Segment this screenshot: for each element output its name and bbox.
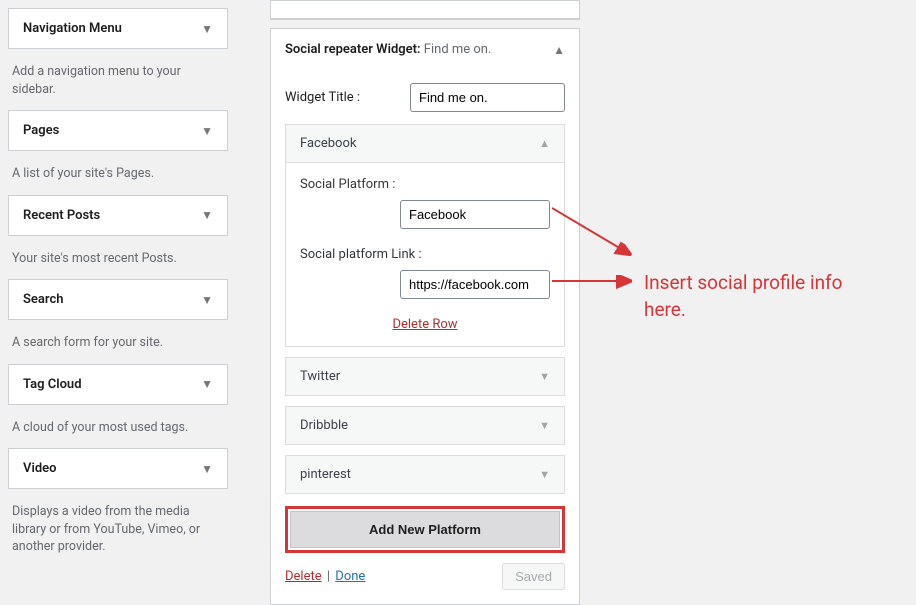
social-repeater-widget: Social repeater Widget: Find me on. ▲ Wi… [270,28,580,605]
caret-down-icon: ▼ [201,124,213,138]
widget-desc: A list of your site's Pages. [8,159,228,195]
caret-down-icon: ▼ [201,22,213,36]
widget-actions: Delete | Done Saved [285,563,565,590]
caret-down-icon: ▼ [201,462,213,476]
platform-header-dribbble[interactable]: Dribbble ▼ [285,406,565,445]
widget-title: Navigation Menu [23,21,122,36]
widget-desc: A cloud of your most used tags. [8,413,228,449]
annotation-arrow-icon [552,195,642,265]
widget-body: Widget Title : Facebook ▲ Social Platfor… [271,69,579,604]
caret-down-icon: ▼ [201,293,213,307]
widget-desc: Displays a video from the media library … [8,497,228,568]
widget-tag-cloud[interactable]: Tag Cloud ▼ [8,364,228,405]
caret-down-icon: ▼ [201,208,213,222]
widget-video[interactable]: Video ▼ [8,448,228,489]
annotation-arrow-icon [552,272,642,292]
highlight-box: Add New Platform [285,506,565,553]
platform-name: Dribbble [300,418,348,433]
social-link-input[interactable] [400,270,550,299]
caret-down-icon: ▼ [539,419,550,432]
done-link[interactable]: Done [335,569,365,584]
widget-title-row: Widget Title : [285,83,565,112]
platform-name: pinterest [300,467,351,482]
caret-down-icon: ▼ [201,377,213,391]
widget-title: Search [23,292,64,307]
platform-header-pinterest[interactable]: pinterest ▼ [285,455,565,494]
widget-title: Tag Cloud [23,377,82,392]
widget-expand-header[interactable]: Social repeater Widget: Find me on. ▲ [271,29,579,69]
widget-desc: Add a navigation menu to your sidebar. [8,57,228,110]
action-links: Delete | Done [285,569,365,584]
widget-title-label: Widget Title : [285,90,395,105]
widget-desc: A search form for your site. [8,328,228,364]
caret-up-icon: ▲ [553,43,565,57]
delete-widget-link[interactable]: Delete [285,569,322,584]
widget-title: Recent Posts [23,208,100,223]
widget-title: Pages [23,123,59,138]
caret-down-icon: ▼ [539,370,550,383]
delete-row-link[interactable]: Delete Row [392,317,457,332]
widget-search[interactable]: Search ▼ [8,279,228,320]
social-link-group: Social platform Link : [300,247,550,299]
saved-button[interactable]: Saved [502,563,565,590]
social-platform-label: Social Platform : [300,177,550,192]
caret-up-icon: ▲ [539,137,550,150]
platform-header-facebook[interactable]: Facebook ▲ [286,125,564,162]
widget-editor-column: Social repeater Widget: Find me on. ▲ Wi… [270,0,580,605]
widget-heading: Social repeater Widget: Find me on. [285,42,491,57]
platform-content: Social Platform : Social platform Link :… [286,162,564,346]
widget-desc: Your site's most recent Posts. [8,244,228,280]
widget-pages[interactable]: Pages ▼ [8,110,228,151]
platform-repeater: Facebook ▲ Social Platform : Social plat… [285,124,565,347]
caret-down-icon: ▼ [539,468,550,481]
social-link-label: Social platform Link : [300,247,550,262]
widget-placeholder-top [270,0,580,20]
platform-name: Facebook [300,136,356,151]
widget-title-input[interactable] [410,83,565,112]
widget-recent-posts[interactable]: Recent Posts ▼ [8,195,228,236]
social-platform-group: Social Platform : [300,177,550,229]
platform-header-twitter[interactable]: Twitter ▼ [285,357,565,396]
widget-navigation-menu[interactable]: Navigation Menu ▼ [8,8,228,49]
widget-title: Video [23,461,57,476]
social-platform-input[interactable] [400,200,550,229]
add-new-platform-button[interactable]: Add New Platform [290,511,560,548]
separator: | [327,569,330,584]
widget-subtitle: Find me on. [424,42,492,57]
annotation-text: Insert social profile info here. [644,270,844,323]
widget-name: Social repeater Widget: [285,42,421,57]
available-widgets-panel: Navigation Menu ▼ Add a navigation menu … [8,8,228,568]
platform-name: Twitter [300,369,340,384]
